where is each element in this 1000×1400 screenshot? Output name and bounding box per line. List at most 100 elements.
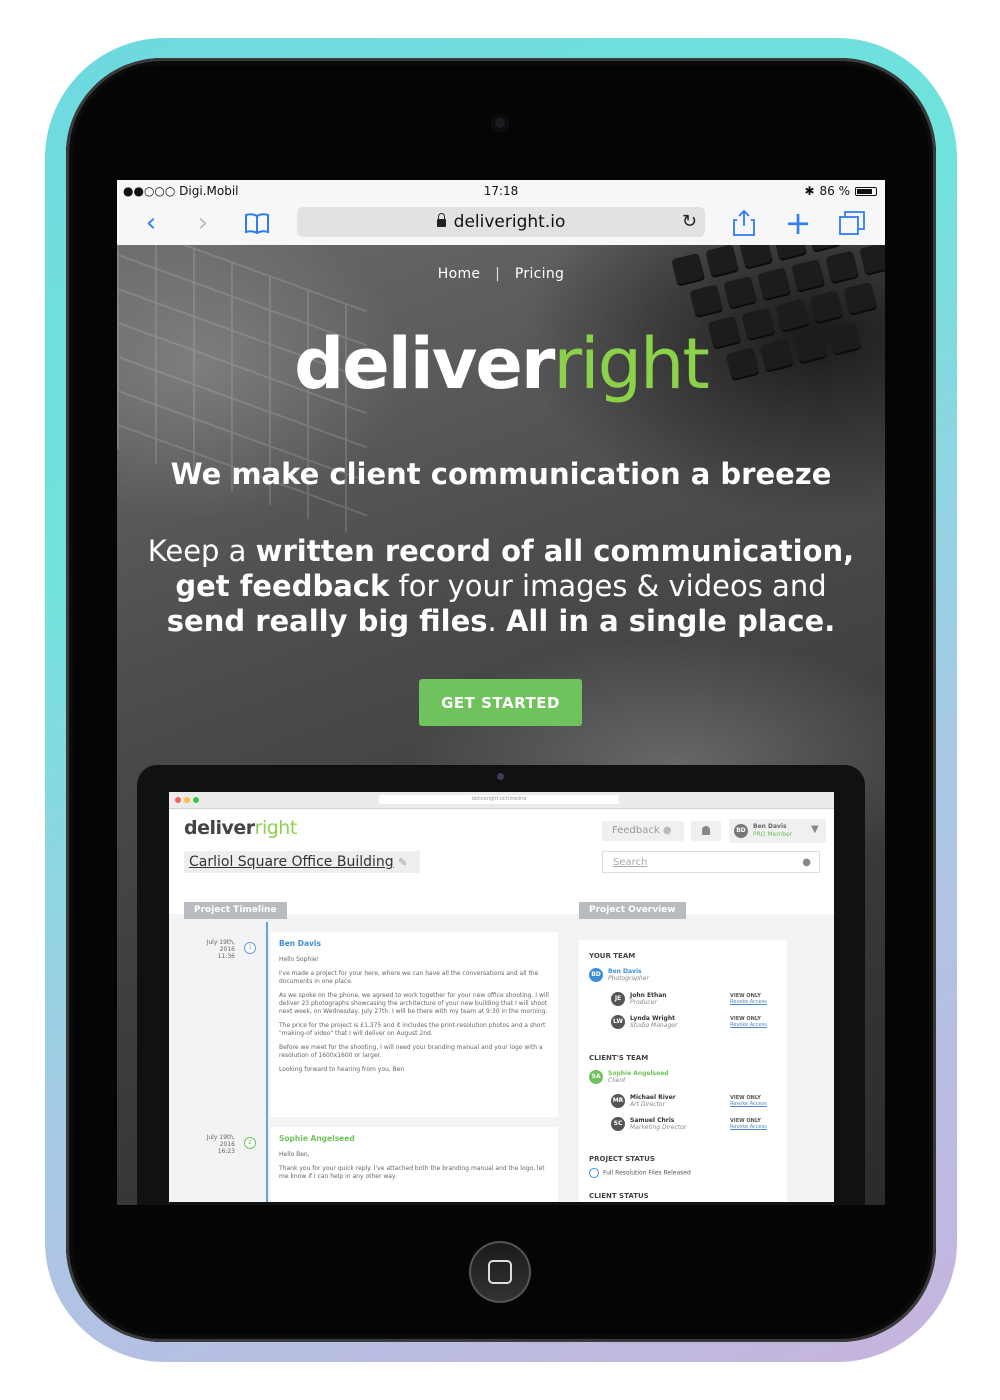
- maximize-dot: [193, 797, 199, 803]
- subtitle-part: Keep a: [147, 534, 256, 568]
- revoke-access-link[interactable]: Revoke Access: [730, 1101, 767, 1107]
- member-role: Art Director: [630, 1101, 666, 1108]
- client-status-heading: CLIENT STATUS: [589, 1192, 649, 1200]
- timeline-date: July 19th, 2016 11:36: [191, 939, 235, 960]
- project-status-heading: PROJECT STATUS: [589, 1155, 655, 1163]
- message-author[interactable]: Sophie Angelseed: [279, 1135, 550, 1143]
- url-text: deliveright.io: [453, 212, 566, 232]
- site-logo[interactable]: deliverright: [117, 323, 885, 405]
- hero-section: Home | Pricing deliverright We make clie…: [117, 245, 885, 1205]
- time-text: 11:36: [217, 953, 235, 960]
- revoke-access-link[interactable]: Revoke Access: [730, 1124, 767, 1130]
- message-line: Hello Sophie!: [279, 956, 319, 963]
- bell-icon: [702, 826, 710, 835]
- logo-part-1: deliver: [294, 323, 555, 405]
- project-title: Carliol Square Office Building ✎: [184, 851, 420, 873]
- nav-home[interactable]: Home: [438, 266, 481, 282]
- pencil-icon[interactable]: ✎: [398, 856, 407, 869]
- nav-separator: |: [495, 266, 501, 282]
- close-dot: [175, 797, 181, 803]
- time-text: 16:23: [217, 1148, 235, 1155]
- message-line: Before we meet for the shooting, I will …: [279, 1044, 543, 1059]
- mac-url: deliveright.io/timeline: [379, 795, 619, 804]
- member-role: Client: [608, 1077, 626, 1084]
- forward-icon[interactable]: ›: [187, 208, 219, 238]
- message-line: As we spoke on the phone, we agreed to w…: [279, 992, 549, 1015]
- chat-icon: ●: [662, 825, 672, 836]
- message-line: I've made a project for your here, where…: [279, 970, 539, 985]
- access-control: VIEW ONLY Revoke Access: [730, 1095, 767, 1107]
- user-menu[interactable]: BD Ben Davis PRO Member ▼: [729, 819, 826, 843]
- mac-window-bar: deliveright.io/timeline: [169, 792, 834, 809]
- project-overview: YOUR TEAM BD Ben Davis Photographer JE Jo…: [579, 940, 787, 1202]
- bookmarks-icon[interactable]: [241, 208, 273, 238]
- app-logo-part-2: ight: [261, 817, 297, 839]
- feedback-button[interactable]: Feedback ●: [602, 821, 684, 841]
- project-timeline: July 19th, 2016 11:36 1 Ben Davis Hello S…: [169, 922, 569, 1202]
- new-tab-icon[interactable]: +: [782, 204, 814, 242]
- member-name: Lynda Wright: [630, 1015, 675, 1022]
- project-status: Full Resolution Files Released: [589, 1168, 691, 1178]
- timeline-line: [266, 922, 268, 1202]
- subtitle-part: for your images & videos and: [389, 569, 827, 603]
- reload-icon[interactable]: ↻: [682, 211, 697, 232]
- message-author[interactable]: Ben Davis: [279, 940, 550, 948]
- share-icon[interactable]: [728, 208, 760, 238]
- bluetooth-icon: ✱: [804, 184, 815, 198]
- date-text: July 19th, 2016: [206, 1134, 235, 1148]
- revoke-access-link[interactable]: Revoke Access: [730, 1022, 767, 1028]
- logo-part-2: ight: [580, 323, 710, 405]
- home-icon: [488, 1260, 512, 1284]
- search-input[interactable]: Search ●: [602, 851, 820, 873]
- tab-project-timeline[interactable]: Project Timeline: [184, 902, 287, 919]
- screen: ●●○○○ Digi.Mobil 17:18 ✱ 86 % ‹ › delive…: [117, 180, 885, 1205]
- message-line: Hello Ben,: [279, 1151, 310, 1158]
- access-control: VIEW ONLY Revoke Access: [730, 1016, 767, 1028]
- subtitle-part: .: [487, 604, 506, 638]
- project-title-text: Carliol Square Office Building: [189, 854, 394, 870]
- user-avatar: BD: [734, 824, 748, 838]
- nav-pricing[interactable]: Pricing: [515, 266, 564, 282]
- access-control: VIEW ONLY Revoke Access: [730, 993, 767, 1005]
- timeline-message: Ben Davis Hello Sophie! I've made a proj…: [271, 932, 558, 1117]
- member-role: Marketing Director: [630, 1124, 687, 1131]
- search-placeholder: Search: [613, 857, 648, 868]
- member-avatar: JE: [611, 992, 625, 1006]
- feedback-label: Feedback: [612, 825, 660, 836]
- minimize-dot: [184, 797, 190, 803]
- revoke-access-link[interactable]: Revoke Access: [730, 999, 767, 1005]
- search-icon: ●: [802, 857, 811, 868]
- timeline-step: 1: [244, 942, 256, 954]
- top-nav: Home | Pricing: [117, 266, 885, 282]
- member-avatar: SA: [589, 1070, 603, 1084]
- message-line: Thank you for your quick reply. I've att…: [279, 1165, 545, 1180]
- member-name: Samuel Chris: [630, 1117, 675, 1124]
- member-role: Producer: [630, 999, 657, 1006]
- tab-project-overview[interactable]: Project Overview: [579, 902, 686, 919]
- timeline-step: 2: [244, 1137, 256, 1149]
- clients-team-heading: CLIENT'S TEAM: [589, 1054, 649, 1062]
- member-avatar: LW: [611, 1015, 625, 1029]
- home-button[interactable]: [469, 1241, 531, 1303]
- back-icon[interactable]: ‹: [135, 208, 167, 238]
- notifications-button[interactable]: [691, 821, 721, 841]
- subtitle-part: send really big files: [166, 604, 488, 638]
- status-bar: ●●○○○ Digi.Mobil 17:18 ✱ 86 %: [117, 180, 885, 202]
- front-camera: [491, 114, 509, 132]
- member-avatar: SC: [611, 1117, 625, 1131]
- timeline-date: July 19th, 2016 16:23: [191, 1134, 235, 1155]
- access-control: VIEW ONLY Revoke Access: [730, 1118, 767, 1130]
- message-line: The price for the project is £1.375 and …: [279, 1022, 546, 1037]
- status-icon: [589, 1168, 599, 1178]
- chevron-down-icon: ▼: [811, 824, 819, 835]
- app-logo-part-1: deliver: [184, 817, 255, 839]
- address-bar[interactable]: deliveright.io ↻: [297, 207, 705, 237]
- get-started-button[interactable]: GET STARTED: [419, 679, 582, 726]
- member-role: Photographer: [608, 975, 649, 982]
- your-team-heading: YOUR TEAM: [589, 952, 636, 960]
- clock: 17:18: [483, 184, 519, 198]
- tabs-icon[interactable]: [836, 208, 868, 238]
- status-value: Full Resolution Files Released: [603, 1169, 691, 1177]
- logo-r-glyph: r: [553, 323, 582, 405]
- battery-icon: [855, 186, 877, 196]
